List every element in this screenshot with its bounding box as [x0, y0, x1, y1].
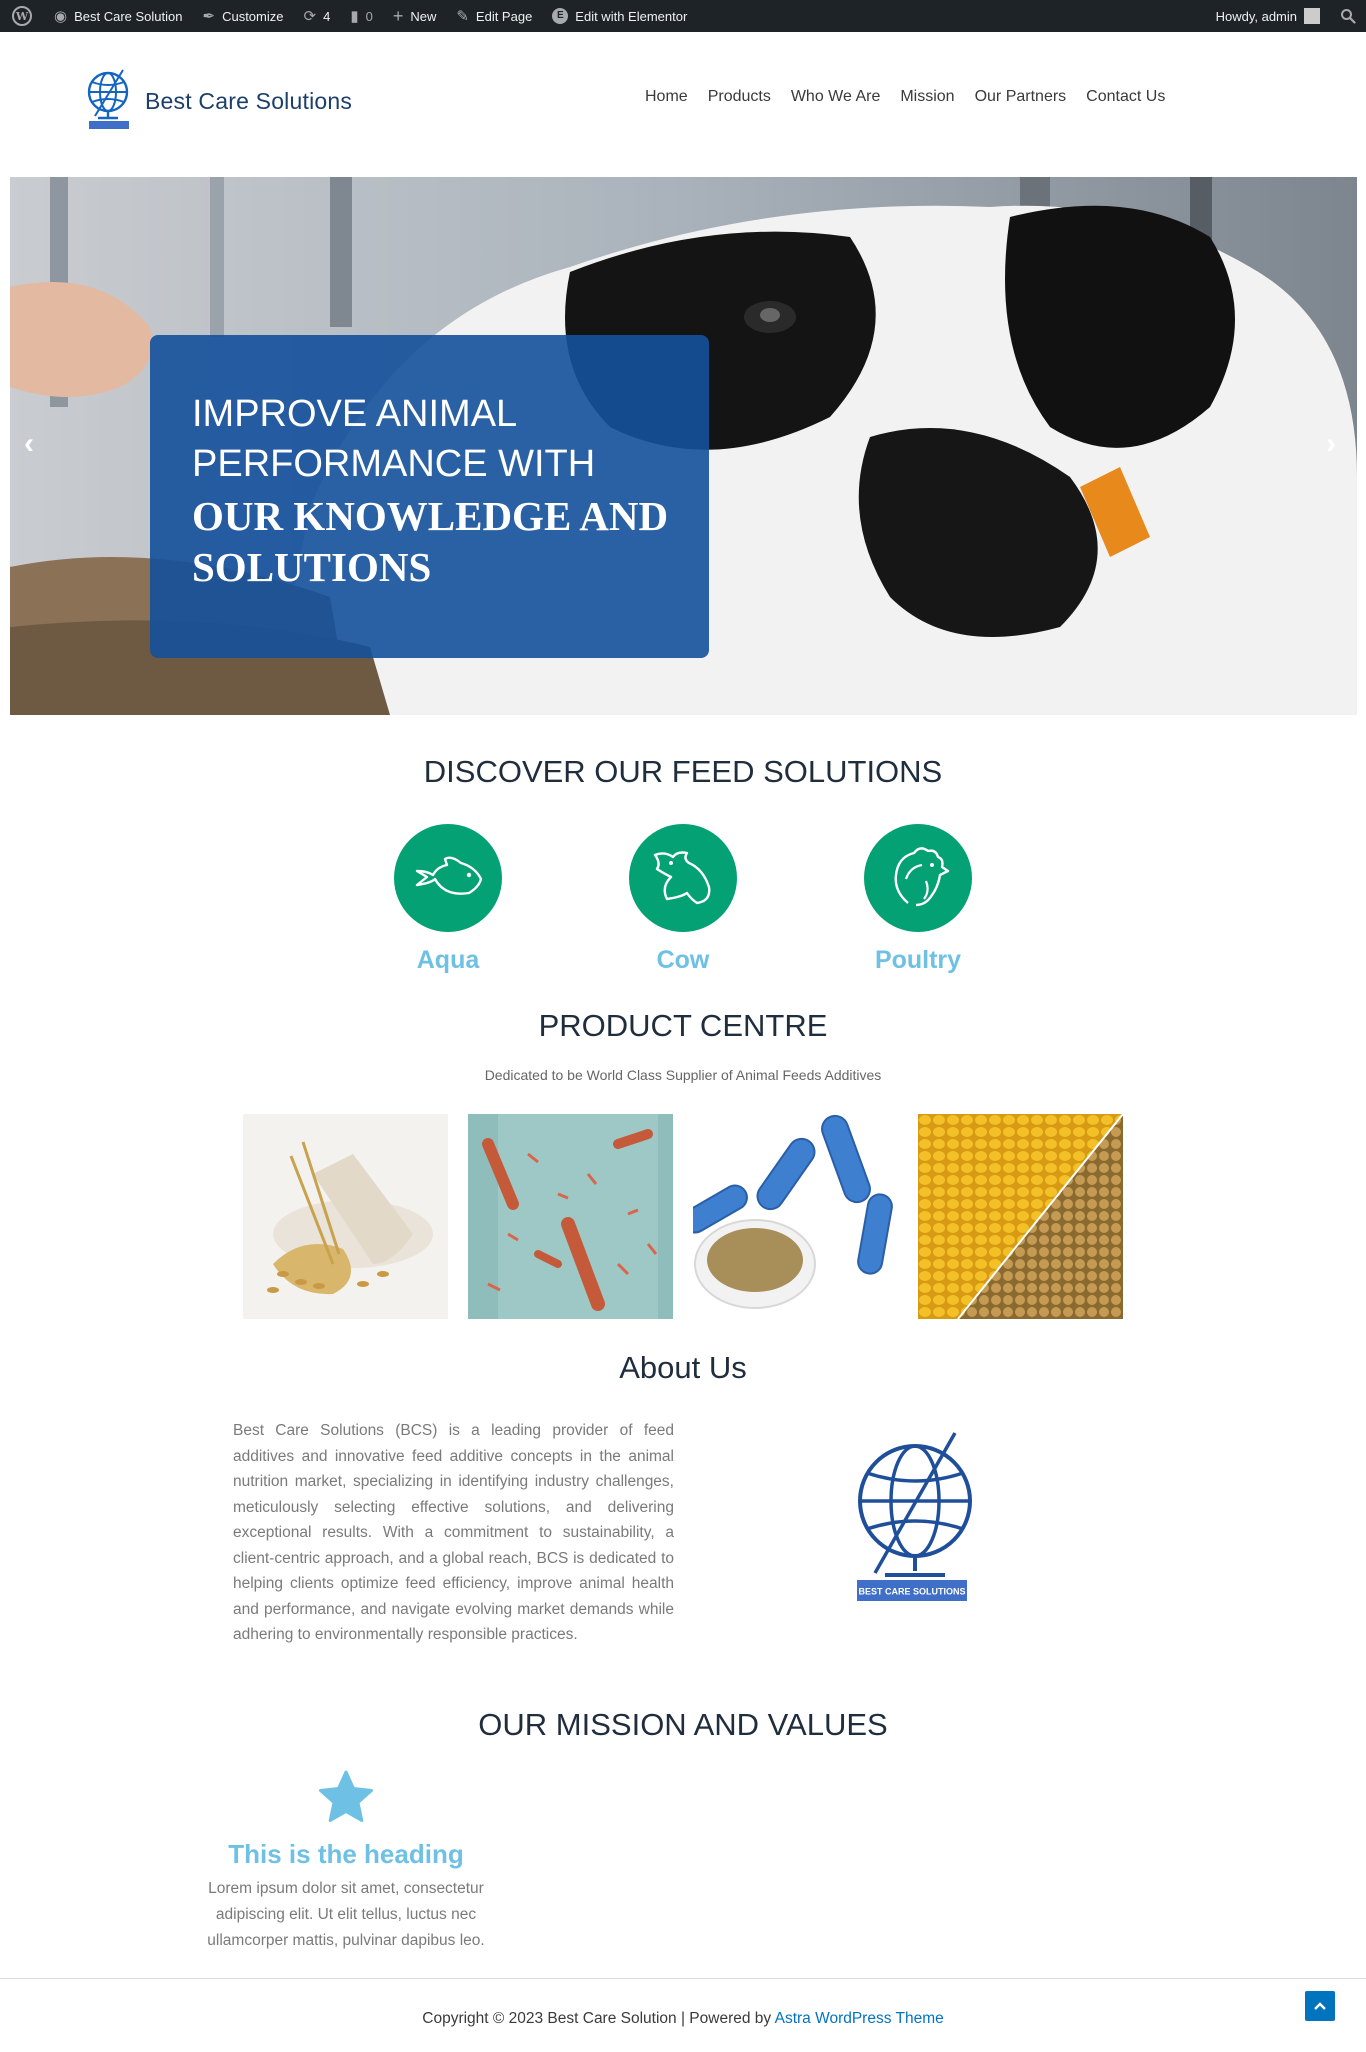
search-icon — [1341, 9, 1356, 24]
admin-bar-comments[interactable]: ▮ 0 — [340, 0, 383, 32]
elementor-icon: E — [552, 8, 569, 24]
hero-line-1: IMPROVE ANIMAL — [192, 393, 518, 435]
updates-count: 4 — [323, 8, 331, 24]
astra-theme-link[interactable]: Astra WordPress Theme — [775, 2010, 944, 2027]
site-logo[interactable] — [87, 64, 133, 130]
mission-heading: OUR MISSION AND VALUES — [478, 1707, 888, 1742]
admin-bar-edit-elementor[interactable]: E Edit with Elementor — [542, 0, 697, 32]
hero-caption-box: IMPROVE ANIMAL PERFORMANCE WITH OUR KNOW… — [150, 335, 709, 658]
comments-count: 0 — [365, 8, 373, 24]
admin-bar-account[interactable]: Howdy, admin — [1206, 0, 1330, 32]
about-globe-logo: BEST CARE SOLUTIONS — [857, 1432, 972, 1601]
nav-item-mission[interactable]: Mission — [900, 88, 954, 106]
product-image-probiotic-powder[interactable] — [693, 1114, 898, 1319]
about-logo-caption: BEST CARE SOLUTIONS — [858, 1587, 965, 1597]
edit-page-label: Edit Page — [475, 8, 533, 24]
footer-divider — [0, 1978, 1366, 1979]
admin-bar-search[interactable] — [1330, 0, 1366, 32]
product-image-bacteria[interactable] — [468, 1114, 673, 1319]
avatar — [1304, 8, 1320, 24]
admin-bar-updates[interactable]: ⟳ 4 — [294, 0, 341, 32]
site-title[interactable]: Best Care Solutions — [145, 88, 352, 115]
feed-solutions-heading: DISCOVER OUR FEED SOLUTIONS — [423, 754, 943, 789]
chicken-icon — [894, 847, 950, 907]
mission-value-card: This is the heading Lorem ipsum dolor si… — [176, 1770, 516, 1954]
pencil-icon: ✎ — [456, 7, 469, 25]
feed-item-aqua[interactable]: Aqua — [394, 824, 502, 975]
hero-line-3: OUR KNOWLEDGE AND — [192, 493, 669, 539]
updates-icon: ⟳ — [303, 7, 317, 25]
wordpress-logo-icon: W — [12, 6, 32, 26]
howdy-label: Howdy, admin — [1215, 8, 1297, 24]
comment-icon: ▮ — [350, 7, 359, 25]
feed-icon-circle — [864, 824, 972, 932]
product-image-grain-flour[interactable] — [243, 1114, 448, 1319]
nav-item-products[interactable]: Products — [708, 88, 771, 106]
fish-icon — [415, 856, 483, 895]
copyright-text: Copyright © 2023 Best Care Solution | Po… — [422, 2010, 775, 2027]
feed-label-poultry: Poultry — [874, 946, 962, 974]
hero-line-2: PERFORMANCE WITH — [192, 443, 596, 485]
nav-item-contact-us[interactable]: Contact Us — [1086, 88, 1165, 106]
wordpress-menu[interactable]: W — [0, 0, 44, 32]
product-image-corn-soybean[interactable] — [918, 1114, 1123, 1319]
star-icon — [319, 1770, 373, 1822]
nav-item-our-partners[interactable]: Our Partners — [975, 88, 1067, 106]
primary-nav: Home Products Who We Are Mission Our Par… — [645, 88, 1165, 106]
mission-value-text: Lorem ipsum dolor sit amet, consectetur … — [207, 1880, 485, 1949]
new-label: New — [410, 8, 437, 24]
feed-icon-circle — [629, 824, 737, 932]
site-name-label: Best Care Solution — [74, 8, 183, 24]
cow-icon — [653, 851, 711, 905]
slider-prev-arrow[interactable]: ‹ — [24, 429, 34, 459]
admin-bar-new[interactable]: + New — [383, 0, 447, 32]
feed-icon-circle — [394, 824, 502, 932]
mission-value-heading: This is the heading — [228, 1839, 464, 1869]
customize-label: Customize — [222, 8, 284, 24]
slider-next-arrow[interactable]: › — [1326, 429, 1336, 459]
scroll-to-top-button[interactable] — [1305, 1991, 1335, 2021]
footer-copyright: Copyright © 2023 Best Care Solution | Po… — [0, 2010, 1366, 2028]
dashboard-icon: ◉ — [54, 7, 68, 25]
about-text: Best Care Solutions (BCS) is a leading p… — [233, 1422, 674, 1643]
nav-item-home[interactable]: Home — [645, 88, 688, 106]
product-centre-subtitle: Dedicated to be World Class Supplier of … — [484, 1067, 882, 1083]
feed-label-aqua: Aqua — [416, 946, 480, 974]
admin-bar-customize[interactable]: ✒ Customize — [193, 0, 294, 32]
hero-slider: IMPROVE ANIMAL PERFORMANCE WITH OUR KNOW… — [10, 177, 1357, 715]
feed-label-cow: Cow — [656, 946, 710, 974]
admin-bar-edit-page[interactable]: ✎ Edit Page — [446, 0, 542, 32]
admin-bar: W ◉ Best Care Solution ✒ Customize ⟳ 4 ▮… — [0, 0, 1366, 32]
product-centre-heading: PRODUCT CENTRE — [538, 1008, 828, 1043]
hero-line-4: SOLUTIONS — [192, 544, 432, 590]
feed-item-cow[interactable]: Cow — [629, 824, 737, 975]
brush-icon: ✒ — [202, 7, 216, 25]
admin-bar-site-name[interactable]: ◉ Best Care Solution — [44, 0, 193, 32]
feed-item-poultry[interactable]: Poultry — [864, 824, 972, 975]
plus-icon: + — [392, 6, 404, 26]
nav-item-who-we-are[interactable]: Who We Are — [791, 88, 881, 106]
chevron-up-icon — [1314, 2002, 1326, 2010]
about-heading: About Us — [619, 1350, 747, 1385]
edit-elementor-label: Edit with Elementor — [575, 8, 688, 24]
